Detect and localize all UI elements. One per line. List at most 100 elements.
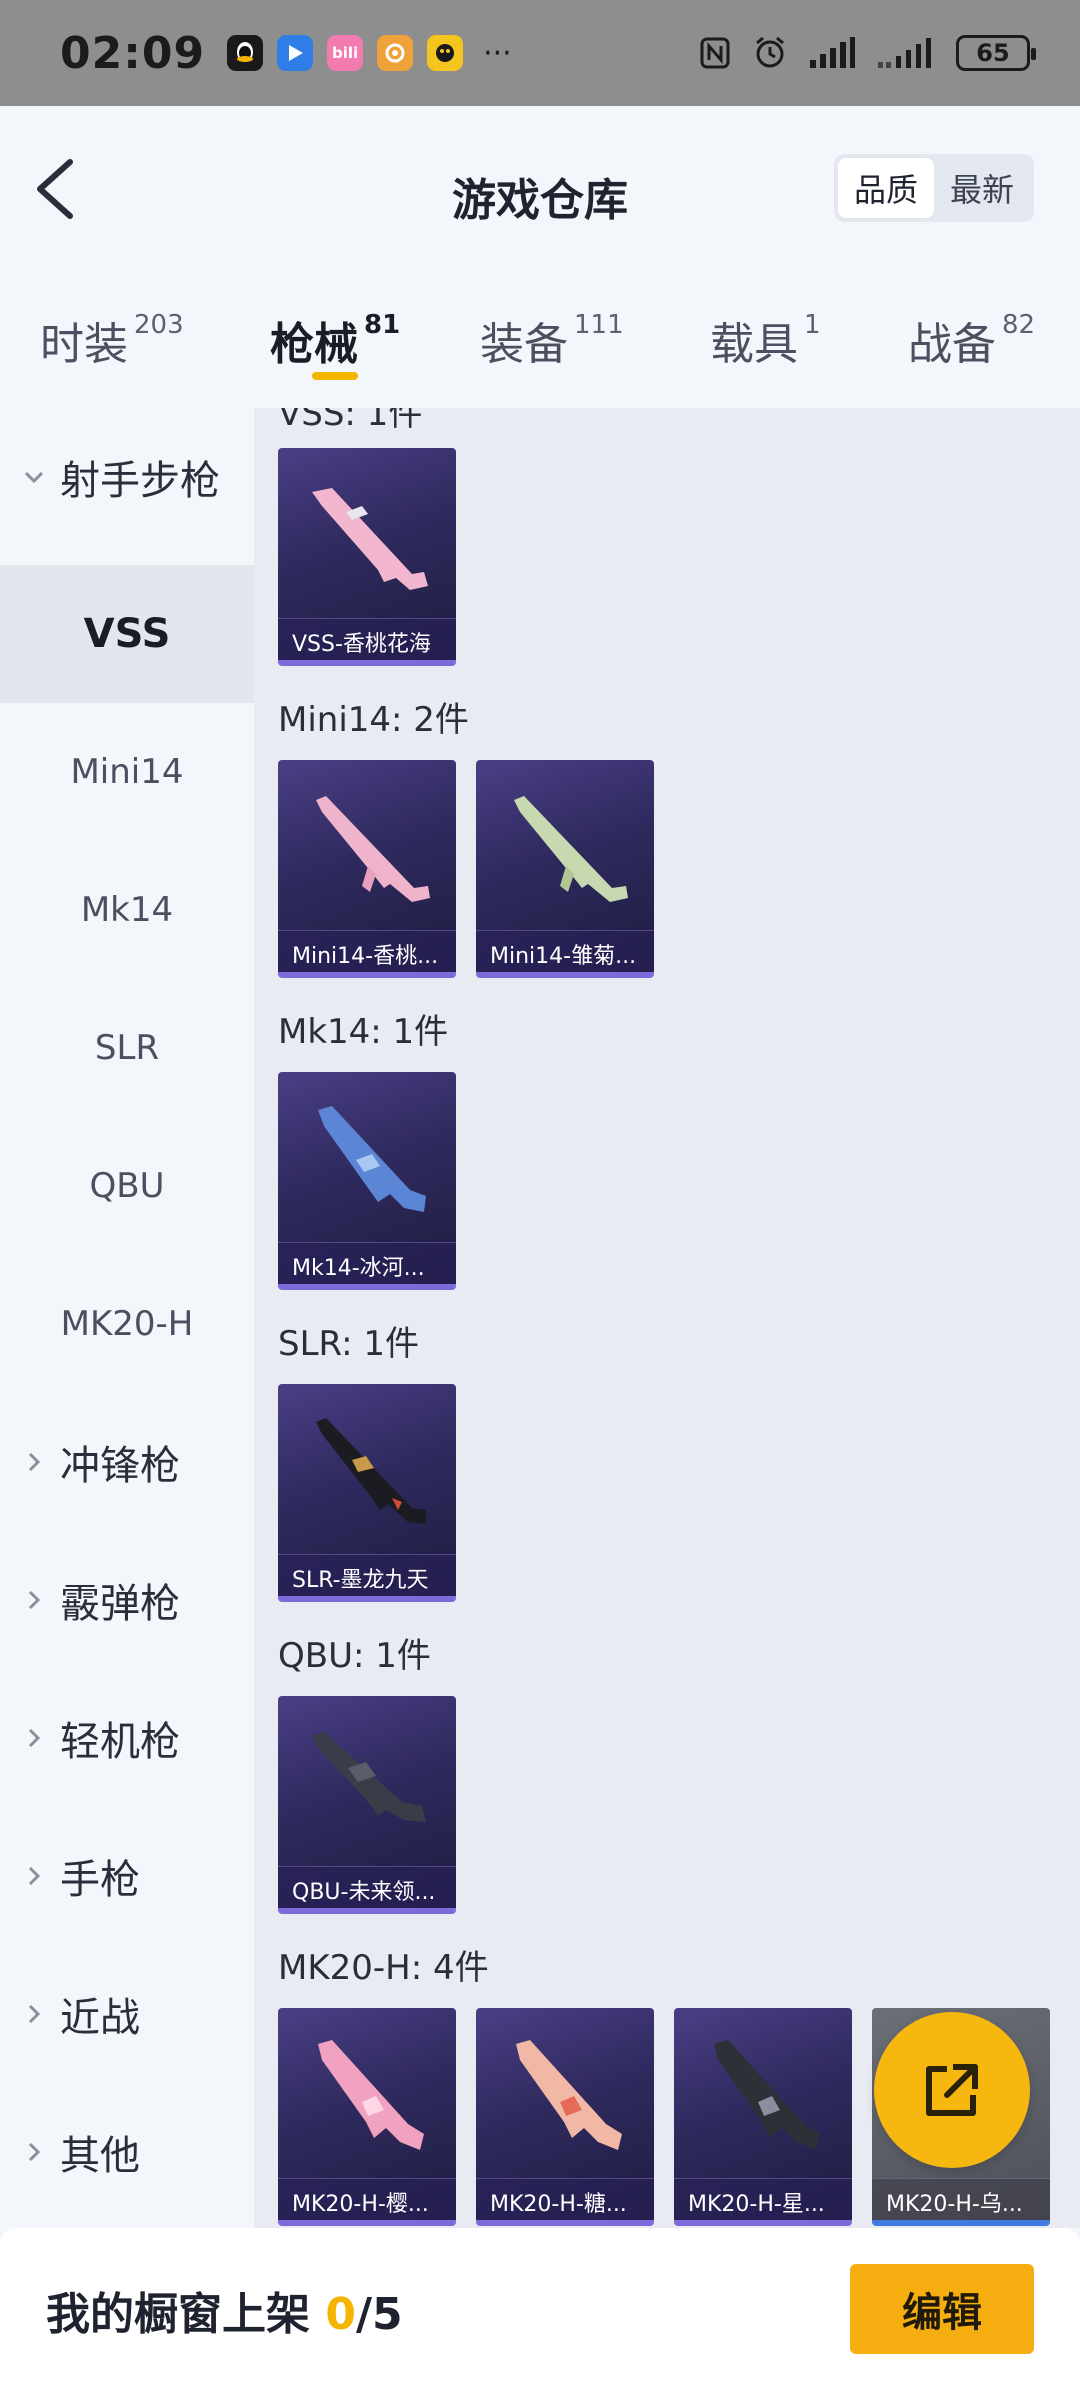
tab-count: 81 bbox=[364, 310, 401, 340]
sidebar-category-lmg[interactable]: 轻机枪 bbox=[0, 1669, 254, 1807]
sidebar-item-qbu[interactable]: QBU bbox=[0, 1117, 254, 1255]
chevron-right-icon bbox=[28, 1728, 41, 1748]
rifle-icon bbox=[316, 796, 430, 902]
rifle-icon bbox=[514, 796, 628, 902]
signal-icon bbox=[810, 37, 855, 68]
showcase-label: 我的橱窗上架 bbox=[46, 2289, 326, 2340]
section-title-slr: SLR: 1件 bbox=[278, 1324, 419, 1364]
section-title-vss: VSS: 1件 bbox=[278, 408, 423, 434]
sort-quality-button[interactable]: 品质 bbox=[837, 158, 934, 218]
item-card-mk20h-3[interactable]: MK20-H-星... bbox=[674, 2008, 852, 2226]
more-notifications-icon: ··· bbox=[483, 35, 512, 71]
item-card-qbu[interactable]: QBU-未来领... bbox=[278, 1696, 456, 1914]
tab-guns[interactable]: 枪械 81 bbox=[270, 308, 400, 372]
sidebar-category-pistol[interactable]: 手枪 bbox=[0, 1807, 254, 1945]
sidebar-category-label: 手枪 bbox=[60, 1857, 140, 1903]
item-card-slr[interactable]: SLR-墨龙九天 bbox=[278, 1384, 456, 1602]
tab-skins[interactable]: 时装 203 bbox=[40, 308, 184, 372]
page-header: 游戏仓库 品质 最新 bbox=[0, 106, 1080, 270]
sidebar-category-other[interactable]: 其他 bbox=[0, 2083, 254, 2221]
item-card-vss[interactable]: VSS-香桃花海 bbox=[278, 448, 456, 666]
tab-label: 枪械 bbox=[270, 319, 358, 370]
rifle-icon bbox=[312, 1732, 426, 1822]
tab-vehicles[interactable]: 载具 1 bbox=[710, 308, 821, 372]
sidebar-item-slr[interactable]: SLR bbox=[0, 979, 254, 1117]
sidebar-item-label: Mini14 bbox=[70, 752, 184, 792]
sidebar-item-label: SLR bbox=[94, 1028, 160, 1068]
item-name: MK20-H-糖... bbox=[476, 2178, 654, 2220]
sidebar-category-shotgun[interactable]: 霰弹枪 bbox=[0, 1531, 254, 1669]
item-name: QBU-未来领... bbox=[278, 1866, 456, 1908]
active-tab-indicator bbox=[312, 372, 358, 380]
status-right: 65 bbox=[698, 35, 1036, 71]
item-name: MK20-H-乌... bbox=[872, 2178, 1050, 2220]
status-app-icons: bili ··· bbox=[227, 35, 512, 71]
section-title-mk14: Mk14: 1件 bbox=[278, 1012, 449, 1052]
showcase-current-count: 0 bbox=[325, 2289, 356, 2340]
item-name: MK20-H-星... bbox=[674, 2178, 852, 2220]
section-title-mini14: Mini14: 2件 bbox=[278, 700, 469, 740]
section-title-mk20h: MK20-H: 4件 bbox=[278, 1948, 489, 1988]
tab-label: 战备 bbox=[908, 319, 996, 370]
signal-2-icon bbox=[878, 38, 931, 68]
chevron-right-icon bbox=[28, 2142, 41, 2162]
rifle-icon bbox=[714, 2040, 820, 2150]
sidebar-item-mini14[interactable]: Mini14 bbox=[0, 703, 254, 841]
tab-label: 时装 bbox=[40, 319, 128, 370]
qq-icon bbox=[227, 35, 264, 71]
sidebar-category-sniper[interactable]: 射手步枪 bbox=[0, 408, 254, 546]
alarm-icon bbox=[756, 36, 784, 68]
rifle-icon bbox=[318, 1106, 426, 1212]
item-card-mini14-1[interactable]: Mini14-香桃... bbox=[278, 760, 456, 978]
sidebar-category-label: 射手步枪 bbox=[60, 458, 220, 504]
sidebar-category-label: 其他 bbox=[60, 2133, 140, 2179]
sort-latest-button[interactable]: 最新 bbox=[934, 158, 1030, 218]
showcase-total: /5 bbox=[355, 2289, 403, 2340]
item-name: MK20-H-樱... bbox=[278, 2178, 456, 2220]
sidebar-item-label: MK20-H bbox=[60, 1304, 194, 1344]
sidebar-category-smg[interactable]: 冲锋枪 bbox=[0, 1393, 254, 1531]
sidebar-category-label: 近战 bbox=[60, 1995, 140, 2041]
item-card-mini14-2[interactable]: Mini14-雏菊... bbox=[476, 760, 654, 978]
item-name: SLR-墨龙九天 bbox=[278, 1554, 456, 1596]
sidebar-category-label: 冲锋枪 bbox=[60, 1443, 180, 1489]
sidebar-category-melee[interactable]: 近战 bbox=[0, 1945, 254, 2083]
item-name: Mini14-雏菊... bbox=[476, 930, 654, 972]
sidebar-item-mk14[interactable]: Mk14 bbox=[0, 841, 254, 979]
external-link-icon bbox=[926, 2064, 978, 2116]
tab-label: 载具 bbox=[710, 319, 798, 370]
share-button[interactable] bbox=[874, 2012, 1030, 2168]
weapon-sidebar: 射手步枪 VSS Mini14 Mk14 SLR QBU MK20-H 冲锋枪 … bbox=[0, 408, 254, 2228]
tab-equipment[interactable]: 装备 111 bbox=[480, 308, 624, 372]
nfc-icon bbox=[700, 37, 730, 69]
sidebar-category-label: 轻机枪 bbox=[60, 1719, 180, 1765]
tab-count: 82 bbox=[1002, 310, 1036, 340]
rifle-icon bbox=[312, 488, 428, 590]
sort-toggle: 品质 最新 bbox=[833, 154, 1034, 222]
item-card-mk20h-1[interactable]: MK20-H-樱... bbox=[278, 2008, 456, 2226]
status-bar: 02:09 bili ··· 65 bbox=[0, 0, 1080, 106]
item-name: Mini14-香桃... bbox=[278, 930, 456, 972]
showcase-bar: 我的橱窗上架 0/5 编辑 bbox=[0, 2228, 1080, 2387]
item-card-mk20h-2[interactable]: MK20-H-糖... bbox=[476, 2008, 654, 2226]
orange-app-icon bbox=[377, 35, 414, 71]
item-name: VSS-香桃花海 bbox=[278, 618, 456, 660]
tab-label: 装备 bbox=[480, 319, 568, 370]
bilibili-icon: bili bbox=[327, 35, 364, 71]
chevron-right-icon bbox=[28, 1590, 41, 1610]
category-tabs: 时装 203 枪械 81 装备 111 载具 1 战备 82 bbox=[0, 270, 1080, 408]
rifle-icon bbox=[516, 2040, 622, 2150]
sidebar-category-label: 霰弹枪 bbox=[60, 1581, 180, 1627]
edit-button[interactable]: 编辑 bbox=[850, 2264, 1034, 2354]
section-title-qbu: QBU: 1件 bbox=[278, 1636, 431, 1676]
sidebar-item-vss[interactable]: VSS bbox=[0, 565, 254, 703]
sidebar-item-label: Mk14 bbox=[80, 890, 174, 930]
item-card-mk14[interactable]: Mk14-冰河... bbox=[278, 1072, 456, 1290]
sidebar-item-mk20h[interactable]: MK20-H bbox=[0, 1255, 254, 1393]
showcase-status: 我的橱窗上架 0/5 bbox=[46, 2278, 403, 2342]
tab-count: 1 bbox=[804, 310, 821, 340]
tab-supplies[interactable]: 战备 82 bbox=[908, 308, 1035, 372]
sidebar-item-label: VSS bbox=[83, 611, 171, 657]
item-name: Mk14-冰河... bbox=[278, 1242, 456, 1284]
sidebar-item-label: QBU bbox=[89, 1166, 165, 1206]
